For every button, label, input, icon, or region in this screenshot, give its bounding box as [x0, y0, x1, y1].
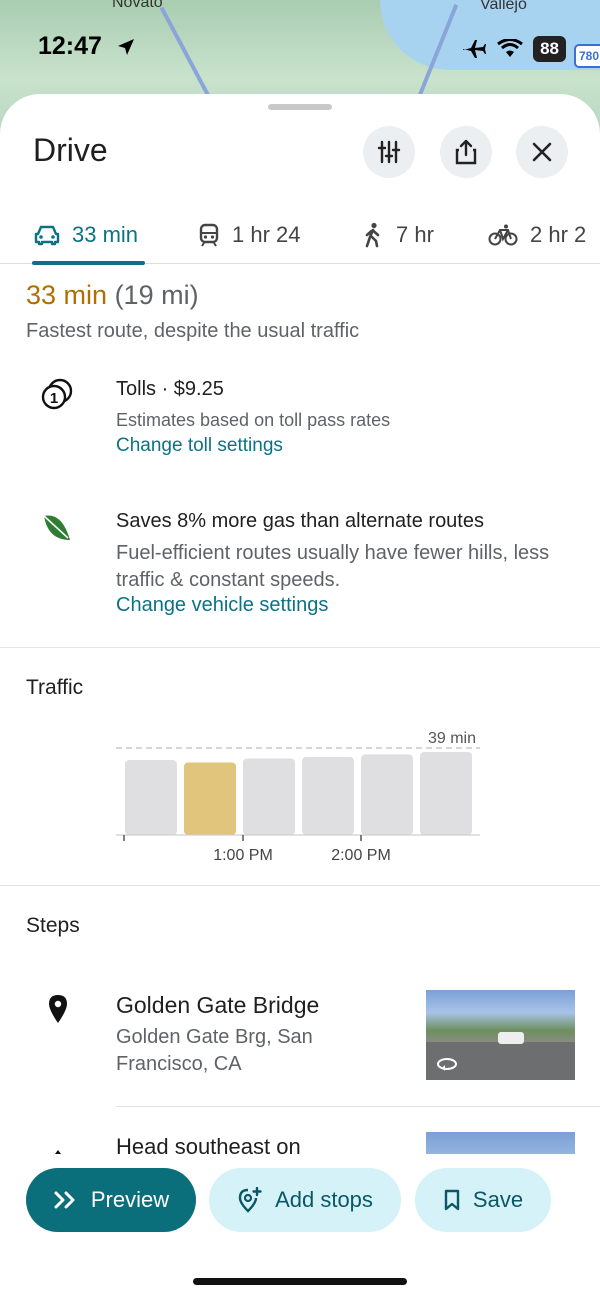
wifi-icon: [497, 39, 523, 57]
battery-indicator: 88: [533, 36, 566, 62]
traffic-bar: [420, 752, 472, 835]
tab-transit[interactable]: 1 hr 24: [198, 206, 301, 264]
divider: [0, 647, 600, 648]
traffic-chart: 39 min 1:00 PM 2:00 PM: [116, 730, 480, 864]
sheet-drag-handle[interactable]: [268, 104, 332, 110]
tolls-subtitle: Estimates based on toll pass rates: [116, 410, 391, 430]
double-chevron-right-icon: [54, 1191, 75, 1209]
change-toll-settings-link[interactable]: Change toll settings: [116, 435, 283, 457]
page-title: Drive: [33, 132, 108, 168]
divider: [0, 885, 600, 886]
walk-icon: [365, 222, 380, 248]
traffic-bar: [361, 754, 413, 835]
preview-button[interactable]: Preview: [26, 1168, 196, 1232]
route-note: Fastest route, despite the usual traffic: [26, 320, 360, 342]
add-stops-button[interactable]: Add stops: [209, 1168, 401, 1232]
bookmark-icon: [444, 1189, 460, 1211]
bottom-action-bar: Preview Add stops Save: [0, 1154, 600, 1299]
train-icon: [199, 223, 219, 247]
share-icon: [455, 139, 477, 165]
route-duration: 33 min: [26, 280, 108, 310]
eco-description: Fuel-efficient routes usually have fewer…: [116, 542, 550, 591]
tab-transit-label: 1 hr 24: [232, 222, 301, 247]
traffic-heading: Traffic: [26, 676, 84, 699]
traffic-bar: [302, 756, 354, 835]
tab-bike-label: 2 hr 2: [530, 222, 587, 247]
close-icon: [532, 142, 552, 162]
max-label: 39 min: [428, 730, 476, 747]
steps-heading: Steps: [26, 914, 80, 937]
add-location-icon: [238, 1187, 262, 1213]
status-bar: 12:47 88: [0, 0, 600, 96]
traffic-bar-current: [184, 762, 236, 835]
airplane-icon: [463, 40, 487, 58]
status-icons: 88: [461, 36, 566, 62]
tab-drive-label: 33 min: [72, 222, 139, 247]
step-title[interactable]: Golden Gate Bridge: [116, 992, 319, 1019]
toll-icon: 1: [41, 378, 73, 410]
tab-walk-label: 7 hr: [396, 222, 434, 247]
save-label: Save: [472, 1187, 524, 1212]
close-button[interactable]: [516, 126, 568, 178]
step-divider: [116, 1106, 600, 1107]
preview-label: Preview: [90, 1187, 170, 1212]
step-address: Golden Gate Brg, San Francisco, CA: [116, 1026, 313, 1075]
location-arrow-icon: [118, 39, 134, 55]
share-button[interactable]: [440, 126, 492, 178]
svg-text:1: 1: [50, 390, 58, 407]
tolls-title: Tolls · $9.25: [116, 378, 224, 400]
car-icon: [34, 225, 60, 246]
route-summary: 33 min (19 mi): [26, 280, 199, 311]
location-pin-icon: [49, 995, 67, 1023]
add-stops-label: Add stops: [275, 1187, 373, 1212]
street-view-thumbnail[interactable]: [426, 990, 575, 1080]
traffic-bar: [125, 760, 177, 835]
tick-label-1pm: 1:00 PM: [213, 847, 273, 864]
rotate-360-icon: [437, 1058, 457, 1071]
tick-label-2pm: 2:00 PM: [331, 847, 391, 864]
save-button[interactable]: Save: [415, 1168, 551, 1232]
route-options-button[interactable]: [363, 126, 415, 178]
change-vehicle-settings-link[interactable]: Change vehicle settings: [116, 594, 328, 617]
traffic-bar: [243, 758, 295, 835]
tab-bike[interactable]: 2 hr 2: [488, 206, 586, 264]
eco-title: Saves 8% more gas than alternate routes: [116, 510, 484, 532]
directions-sheet: Drive 33 min 1 hr 24 7 hr 2 hr 2 33 min …: [0, 94, 600, 1299]
route-distance: (19 mi): [114, 280, 199, 310]
active-tab-indicator: [32, 261, 145, 265]
bike-icon: [488, 224, 518, 246]
tab-drive[interactable]: 33 min: [34, 206, 138, 264]
sliders-icon: [377, 140, 401, 164]
status-time: 12:47: [38, 32, 102, 60]
travel-mode-tabs: 33 min 1 hr 24 7 hr 2 hr 2: [0, 206, 600, 264]
home-indicator: [193, 1278, 407, 1285]
leaf-icon: [43, 515, 70, 540]
tab-walk[interactable]: 7 hr: [362, 206, 434, 264]
